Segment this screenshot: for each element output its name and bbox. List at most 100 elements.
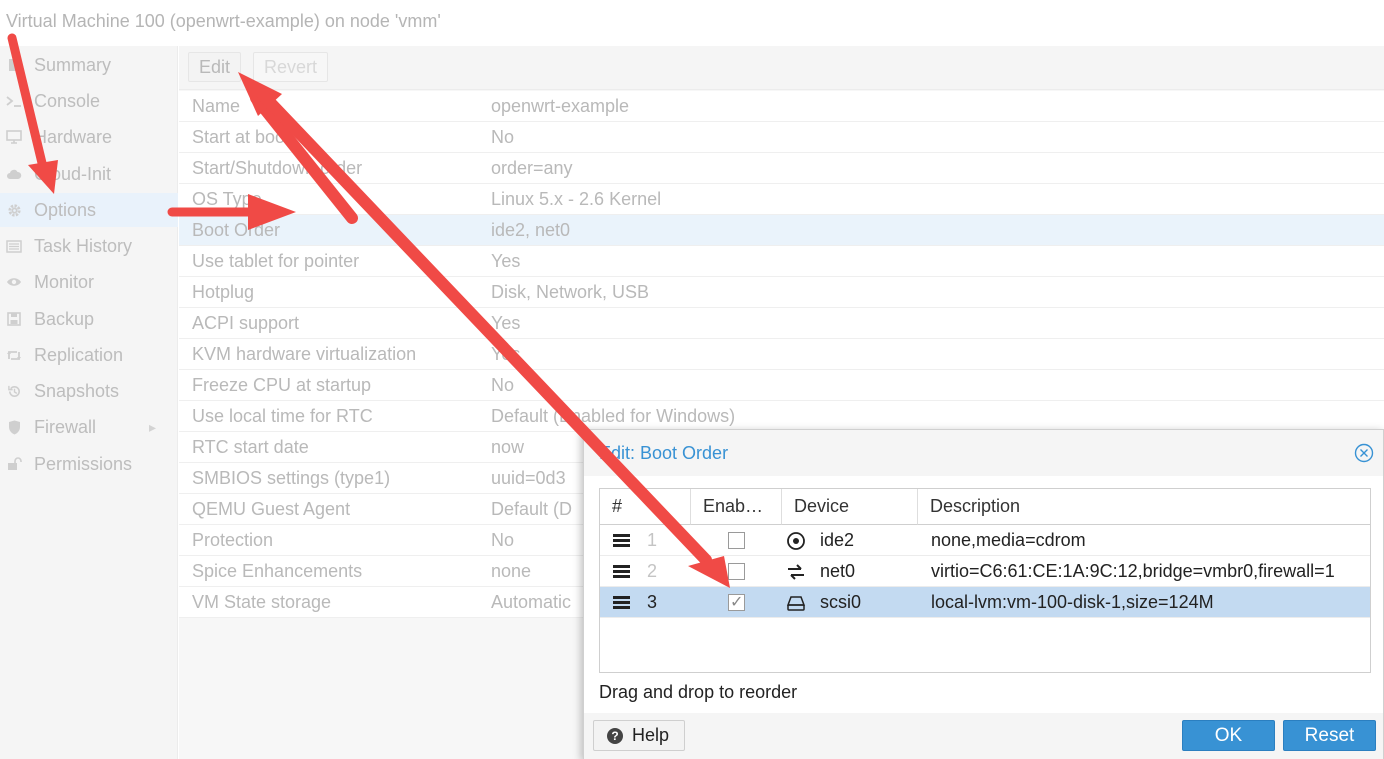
eye-icon	[6, 274, 22, 290]
drag-handle-icon[interactable]	[613, 596, 630, 609]
options-toolbar: Edit Revert	[179, 46, 1384, 90]
sidebar-item-summary[interactable]: Summary	[0, 48, 178, 82]
monitor-icon	[6, 129, 22, 145]
sidebar-item-replication[interactable]: Replication	[0, 338, 178, 372]
list-icon	[6, 238, 22, 254]
sidebar-item-permissions[interactable]: Permissions	[0, 447, 178, 481]
sidebar-item-label: Firewall	[34, 416, 97, 437]
sidebar-item-label: Monitor	[34, 271, 95, 292]
revert-button[interactable]: Revert	[253, 52, 329, 82]
option-value: order=any	[491, 157, 573, 178]
summary-icon	[6, 57, 22, 73]
boot-order-row[interactable]: 1 ide2 none,media=cdrom	[600, 525, 1370, 556]
sidebar-item-label: Backup	[34, 308, 95, 329]
option-key: Use tablet for pointer	[192, 250, 360, 271]
option-value: Yes	[491, 250, 521, 271]
boot-order-number: 3	[647, 592, 658, 612]
sidebar-item-label: Console	[34, 90, 101, 111]
hdd-icon	[786, 593, 806, 613]
reset-button[interactable]: Reset	[1283, 720, 1376, 751]
device-name: ide2	[820, 530, 855, 550]
option-value: Yes	[491, 312, 521, 333]
sidebar-item-firewall[interactable]: Firewall ▸	[0, 410, 178, 444]
sidebar-item-backup[interactable]: Backup	[0, 302, 178, 336]
device-description: virtio=C6:61:CE:1A:9C:12,bridge=vmbr0,fi…	[931, 561, 1335, 581]
boot-order-dialog: Edit: Boot Order # Enab… Device Descript…	[583, 429, 1384, 759]
sidebar-item-hardware[interactable]: Hardware	[0, 120, 178, 154]
option-key: Boot Order	[192, 219, 281, 240]
option-value: Yes	[491, 343, 521, 364]
sidebar-item-cloud-init[interactable]: Cloud-Init	[0, 157, 178, 191]
option-key: Use local time for RTC	[192, 405, 373, 426]
enabled-checkbox[interactable]	[728, 592, 745, 612]
gear-icon	[6, 202, 22, 218]
options-row-freeze-cpu[interactable]: Freeze CPU at startup No	[179, 370, 1384, 401]
dialog-header[interactable]: Edit: Boot Order	[584, 430, 1383, 476]
option-key: Start at boot	[192, 126, 291, 147]
drag-handle-icon[interactable]	[613, 534, 630, 547]
sidebar-item-task-history[interactable]: Task History	[0, 229, 178, 263]
sidebar-item-label: Options	[34, 199, 97, 220]
chevron-right-icon[interactable]: ▸	[149, 419, 156, 436]
option-key: OS Type	[192, 188, 262, 209]
sidebar-item-label: Hardware	[34, 126, 113, 147]
options-row-hotplug[interactable]: Hotplug Disk, Network, USB	[179, 277, 1384, 308]
option-key: RTC start date	[192, 436, 309, 457]
options-row-name[interactable]: Name openwrt-example	[179, 91, 1384, 122]
options-row-start-shutdown-order[interactable]: Start/Shutdown order order=any	[179, 153, 1384, 184]
ok-button[interactable]: OK	[1182, 720, 1275, 751]
options-row-local-time[interactable]: Use local time for RTC Default (Enabled f…	[179, 401, 1384, 432]
device-description: none,media=cdrom	[931, 530, 1086, 550]
dialog-footer: ? Help OK Reset	[584, 713, 1383, 759]
sidebar-item-console[interactable]: Console	[0, 84, 178, 118]
edit-button[interactable]: Edit	[188, 52, 242, 82]
options-row-boot-order[interactable]: Boot Order ide2, net0	[179, 215, 1384, 246]
option-value: No	[491, 374, 515, 395]
drag-hint: Drag and drop to reorder	[599, 682, 798, 702]
option-key: Hotplug	[192, 281, 255, 302]
options-row-kvm[interactable]: KVM hardware virtualization Yes	[179, 339, 1384, 370]
boot-order-number: 2	[647, 561, 658, 581]
options-row-tablet-pointer[interactable]: Use tablet for pointer Yes	[179, 246, 1384, 277]
boot-order-row[interactable]: 3 scsi0 local-lvm:vm-100-disk-1,size=124…	[600, 587, 1370, 618]
close-icon[interactable]	[1354, 443, 1374, 463]
column-header-enabled[interactable]: Enab…	[691, 489, 782, 525]
options-row-start-at-boot[interactable]: Start at boot No	[179, 122, 1384, 153]
device-name: net0	[820, 561, 856, 581]
option-value: ide2, net0	[491, 219, 571, 240]
floppy-icon	[6, 311, 22, 327]
column-header-device[interactable]: Device	[782, 489, 918, 525]
option-key: SMBIOS settings (type1)	[192, 467, 391, 488]
column-header-description[interactable]: Description	[918, 489, 1370, 525]
drag-handle-icon[interactable]	[613, 565, 630, 578]
help-button[interactable]: ? Help	[593, 720, 685, 751]
options-row-acpi[interactable]: ACPI support Yes	[179, 308, 1384, 339]
enabled-checkbox[interactable]	[728, 532, 745, 549]
boot-order-grid: # Enab… Device Description 1 ide2 none,m…	[599, 488, 1371, 673]
sidebar-item-label: Snapshots	[34, 380, 120, 401]
option-key: QEMU Guest Agent	[192, 498, 351, 519]
boot-order-row[interactable]: 2 net0 virtio=C6:61:CE:1A:9C:12,bridge=v…	[600, 556, 1370, 587]
option-key: Start/Shutdown order	[192, 157, 363, 178]
device-name: scsi0	[820, 592, 862, 612]
option-key: VM State storage	[192, 591, 332, 612]
options-row-os-type[interactable]: OS Type Linux 5.x - 2.6 Kernel	[179, 184, 1384, 215]
sidebar-item-label: Permissions	[34, 453, 133, 474]
sidebar-item-options[interactable]: Options	[0, 193, 178, 227]
option-value: openwrt-example	[491, 95, 630, 116]
sidebar-item-label: Summary	[34, 54, 112, 75]
shield-icon	[6, 419, 22, 435]
option-value: Default (Enabled for Windows)	[491, 405, 736, 426]
sidebar-item-monitor[interactable]: Monitor	[0, 265, 178, 299]
device-description: local-lvm:vm-100-disk-1,size=124M	[931, 592, 1214, 612]
window-title: Virtual Machine 100 (openwrt-example) on…	[6, 11, 441, 31]
option-key: Protection	[192, 529, 274, 550]
column-header-order[interactable]: #	[600, 489, 691, 525]
cloud-icon	[6, 166, 22, 182]
option-value: Disk, Network, USB	[491, 281, 650, 302]
option-key: KVM hardware virtualization	[192, 343, 417, 364]
sidebar-item-label: Cloud-Init	[34, 163, 112, 184]
history-icon	[6, 383, 22, 399]
enabled-checkbox[interactable]	[728, 563, 745, 580]
sidebar-item-snapshots[interactable]: Snapshots	[0, 374, 178, 408]
